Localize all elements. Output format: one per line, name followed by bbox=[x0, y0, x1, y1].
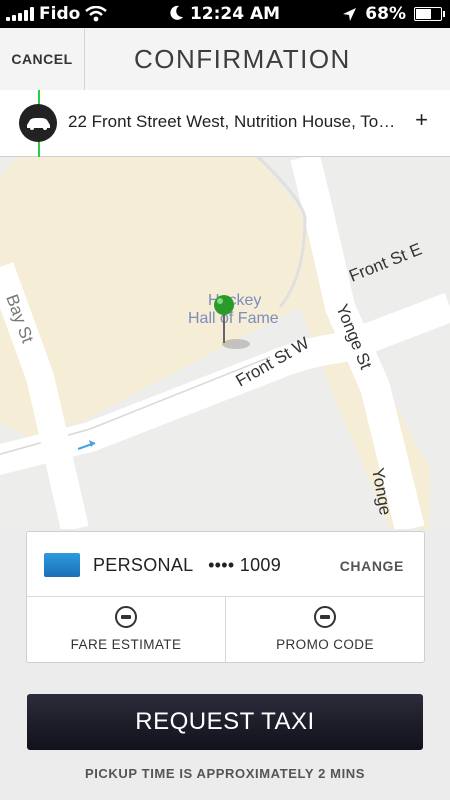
payment-method-row[interactable]: PERSONAL •••• 1009 CHANGE bbox=[27, 532, 424, 597]
fare-estimate-button[interactable]: FARE ESTIMATE bbox=[27, 596, 226, 662]
payment-card-number: •••• 1009 bbox=[208, 555, 282, 575]
pickup-time-text: PICKUP TIME IS APPROXIMATELY 2 MINS bbox=[84, 766, 366, 781]
promo-code-button[interactable]: PROMO CODE bbox=[226, 596, 424, 662]
pickup-address-bar[interactable]: 22 Front Street West, Nutrition House, T… bbox=[0, 90, 450, 160]
map-canvas: Front St W Front St E Yonge St Yonge Bay… bbox=[0, 157, 450, 529]
status-right-group: 68% bbox=[342, 4, 445, 24]
payment-profile-name: PERSONAL bbox=[93, 555, 193, 575]
amex-card-icon bbox=[44, 553, 80, 577]
map-view[interactable]: Front St W Front St E Yonge St Yonge Bay… bbox=[0, 157, 450, 529]
fare-estimate-icon bbox=[115, 606, 137, 628]
payment-card: PERSONAL •••• 1009 CHANGE FARE ESTIMATE … bbox=[26, 531, 425, 663]
car-icon bbox=[19, 104, 57, 142]
change-payment-button[interactable]: CHANGE bbox=[340, 558, 404, 574]
status-time: 12:24 AM bbox=[189, 4, 281, 24]
map-poi-label-line2: Hall of Fame bbox=[188, 310, 279, 327]
battery-fill bbox=[416, 9, 431, 19]
location-arrow-icon bbox=[343, 7, 357, 21]
payment-method-label: PERSONAL •••• 1009 bbox=[93, 555, 281, 576]
fare-estimate-label: FARE ESTIMATE bbox=[70, 637, 182, 652]
add-stop-button[interactable]: + bbox=[415, 107, 428, 133]
request-taxi-button[interactable]: REQUEST TAXI bbox=[27, 694, 423, 750]
battery-icon bbox=[414, 7, 445, 21]
promo-code-icon bbox=[314, 606, 336, 628]
pin-highlight bbox=[217, 298, 223, 304]
cancel-button[interactable]: CANCEL bbox=[0, 28, 85, 90]
promo-code-label: PROMO CODE bbox=[276, 637, 374, 652]
pin-shadow bbox=[222, 339, 250, 349]
pickup-address-text: 22 Front Street West, Nutrition House, T… bbox=[68, 112, 398, 131]
moon-icon bbox=[170, 5, 183, 20]
pickup-pin-icon[interactable] bbox=[214, 295, 234, 315]
page-title: CONFIRMATION bbox=[134, 44, 351, 74]
battery-percent: 68% bbox=[365, 4, 406, 24]
status-bar: Fido 12:24 AM 68% bbox=[0, 0, 450, 28]
nav-bar: CANCEL CONFIRMATION bbox=[0, 28, 450, 91]
map-label-front-st-upper: Front St E bbox=[346, 239, 424, 285]
